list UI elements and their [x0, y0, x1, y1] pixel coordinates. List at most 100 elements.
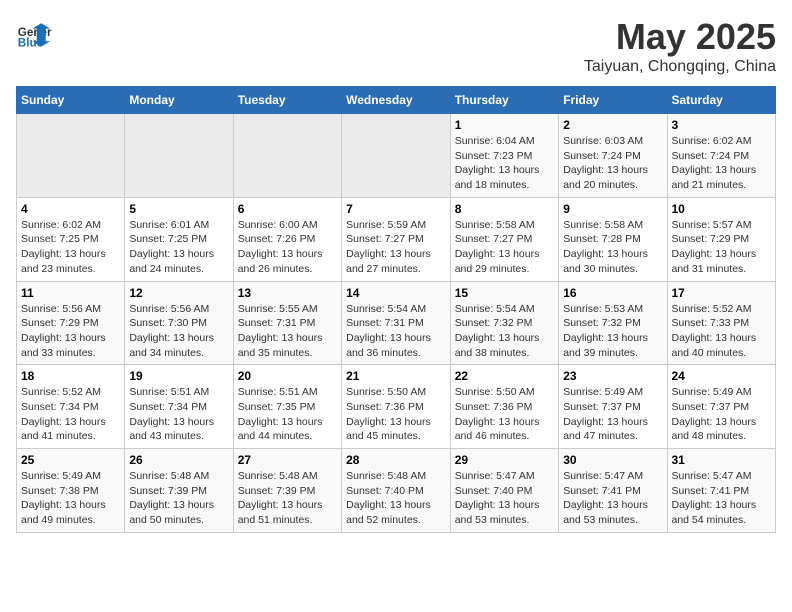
day-cell: 29Sunrise: 5:47 AMSunset: 7:40 PMDayligh…: [450, 449, 558, 533]
day-content: Sunrise: 5:55 AMSunset: 7:31 PMDaylight:…: [238, 302, 337, 361]
day-number: 7: [346, 202, 446, 216]
day-number: 1: [455, 118, 554, 132]
month-title: May 2025: [584, 16, 776, 58]
day-cell: 12 Sunrise: 5:56 AMSunset: 7:30 PMDayligh…: [125, 281, 233, 365]
day-number: 21: [346, 369, 446, 383]
day-cell: 25 Sunrise: 5:49 AMSunset: 7:38 PMDayligh…: [17, 449, 125, 533]
day-content: Sunrise: 5:49 AMSunset: 7:37 PMDaylight:…: [672, 385, 772, 444]
weekday-header-saturday: Saturday: [667, 87, 776, 114]
day-content: Sunrise: 5:49 AMSunset: 7:37 PMDaylight:…: [563, 385, 662, 444]
day-content: Sunrise: 5:52 AMSunset: 7:34 PMDaylight:…: [21, 385, 120, 444]
day-content: Sunrise: 5:57 AMSunset: 7:29 PMDaylight:…: [672, 218, 772, 277]
day-number: 20: [238, 369, 337, 383]
day-cell: 15Sunrise: 5:54 AMSunset: 7:32 PMDayligh…: [450, 281, 558, 365]
day-cell: 20 Sunrise: 5:51 AMSunset: 7:35 PMDayligh…: [233, 365, 341, 449]
day-cell: 19 Sunrise: 5:51 AMSunset: 7:34 PMDayligh…: [125, 365, 233, 449]
day-number: 30: [563, 453, 662, 467]
day-cell: [125, 114, 233, 198]
day-cell: 26Sunrise: 5:48 AMSunset: 7:39 PMDayligh…: [125, 449, 233, 533]
day-number: 17: [672, 286, 772, 300]
day-number: 2: [563, 118, 662, 132]
day-content: Sunrise: 5:56 AMSunset: 7:30 PMDaylight:…: [129, 302, 228, 361]
day-content: Sunrise: 5:49 AMSunset: 7:38 PMDaylight:…: [21, 469, 120, 528]
day-cell: 27Sunrise: 5:48 AMSunset: 7:39 PMDayligh…: [233, 449, 341, 533]
week-row-3: 11 Sunrise: 5:56 AMSunset: 7:29 PMDayligh…: [17, 281, 776, 365]
day-content: Sunrise: 5:47 AMSunset: 7:41 PMDaylight:…: [563, 469, 662, 528]
weekday-header-monday: Monday: [125, 87, 233, 114]
day-number: 5: [129, 202, 228, 216]
day-number: 13: [238, 286, 337, 300]
day-content: Sunrise: 5:54 AMSunset: 7:32 PMDaylight:…: [455, 302, 554, 361]
day-content: Sunrise: 6:04 AMSunset: 7:23 PMDaylight:…: [455, 134, 554, 193]
day-cell: 8Sunrise: 5:58 AMSunset: 7:27 PMDaylight…: [450, 197, 558, 281]
day-number: 12: [129, 286, 228, 300]
day-cell: 17Sunrise: 5:52 AMSunset: 7:33 PMDayligh…: [667, 281, 776, 365]
day-cell: 23 Sunrise: 5:49 AMSunset: 7:37 PMDayligh…: [559, 365, 667, 449]
day-number: 31: [672, 453, 772, 467]
day-cell: 22 Sunrise: 5:50 AMSunset: 7:36 PMDayligh…: [450, 365, 558, 449]
day-cell: 6Sunrise: 6:00 AMSunset: 7:26 PMDaylight…: [233, 197, 341, 281]
day-cell: 31 Sunrise: 5:47 AMSunset: 7:41 PMDayligh…: [667, 449, 776, 533]
day-number: 11: [21, 286, 120, 300]
day-content: Sunrise: 5:48 AMSunset: 7:40 PMDaylight:…: [346, 469, 446, 528]
day-cell: [342, 114, 451, 198]
day-number: 23: [563, 369, 662, 383]
day-content: Sunrise: 5:48 AMSunset: 7:39 PMDaylight:…: [238, 469, 337, 528]
day-cell: 9 Sunrise: 5:58 AMSunset: 7:28 PMDaylight…: [559, 197, 667, 281]
day-cell: 4Sunrise: 6:02 AMSunset: 7:25 PMDaylight…: [17, 197, 125, 281]
day-number: 28: [346, 453, 446, 467]
day-content: Sunrise: 5:51 AMSunset: 7:35 PMDaylight:…: [238, 385, 337, 444]
day-cell: 2Sunrise: 6:03 AMSunset: 7:24 PMDaylight…: [559, 114, 667, 198]
day-cell: 18 Sunrise: 5:52 AMSunset: 7:34 PMDayligh…: [17, 365, 125, 449]
page-header: General Blue May 2025 Taiyuan, Chongqing…: [16, 16, 776, 76]
weekday-header-thursday: Thursday: [450, 87, 558, 114]
day-content: Sunrise: 6:00 AMSunset: 7:26 PMDaylight:…: [238, 218, 337, 277]
day-number: 19: [129, 369, 228, 383]
weekday-header-wednesday: Wednesday: [342, 87, 451, 114]
day-content: Sunrise: 5:50 AMSunset: 7:36 PMDaylight:…: [455, 385, 554, 444]
weekday-header-tuesday: Tuesday: [233, 87, 341, 114]
day-cell: 11 Sunrise: 5:56 AMSunset: 7:29 PMDayligh…: [17, 281, 125, 365]
day-number: 4: [21, 202, 120, 216]
day-number: 18: [21, 369, 120, 383]
day-content: Sunrise: 6:02 AMSunset: 7:24 PMDaylight:…: [672, 134, 772, 193]
day-number: 10: [672, 202, 772, 216]
weekday-header-row: SundayMondayTuesdayWednesdayThursdayFrid…: [17, 87, 776, 114]
day-number: 24: [672, 369, 772, 383]
day-cell: 13 Sunrise: 5:55 AMSunset: 7:31 PMDayligh…: [233, 281, 341, 365]
day-number: 26: [129, 453, 228, 467]
day-number: 3: [672, 118, 772, 132]
day-number: 25: [21, 453, 120, 467]
day-content: Sunrise: 5:56 AMSunset: 7:29 PMDaylight:…: [21, 302, 120, 361]
day-cell: 24 Sunrise: 5:49 AMSunset: 7:37 PMDayligh…: [667, 365, 776, 449]
day-cell: 21 Sunrise: 5:50 AMSunset: 7:36 PMDayligh…: [342, 365, 451, 449]
day-cell: 5Sunrise: 6:01 AMSunset: 7:25 PMDaylight…: [125, 197, 233, 281]
day-number: 16: [563, 286, 662, 300]
day-content: Sunrise: 5:51 AMSunset: 7:34 PMDaylight:…: [129, 385, 228, 444]
week-row-1: 1 Sunrise: 6:04 AMSunset: 7:23 PMDaylight…: [17, 114, 776, 198]
day-cell: 14 Sunrise: 5:54 AMSunset: 7:31 PMDayligh…: [342, 281, 451, 365]
day-cell: [17, 114, 125, 198]
weekday-header-friday: Friday: [559, 87, 667, 114]
day-content: Sunrise: 5:59 AMSunset: 7:27 PMDaylight:…: [346, 218, 446, 277]
day-cell: 1 Sunrise: 6:04 AMSunset: 7:23 PMDaylight…: [450, 114, 558, 198]
day-cell: 10 Sunrise: 5:57 AMSunset: 7:29 PMDayligh…: [667, 197, 776, 281]
logo: General Blue: [16, 16, 52, 52]
day-content: Sunrise: 5:47 AMSunset: 7:40 PMDaylight:…: [455, 469, 554, 528]
title-block: May 2025 Taiyuan, Chongqing, China: [584, 16, 776, 76]
day-number: 22: [455, 369, 554, 383]
week-row-5: 25 Sunrise: 5:49 AMSunset: 7:38 PMDayligh…: [17, 449, 776, 533]
day-content: Sunrise: 5:58 AMSunset: 7:28 PMDaylight:…: [563, 218, 662, 277]
day-number: 14: [346, 286, 446, 300]
day-content: Sunrise: 5:50 AMSunset: 7:36 PMDaylight:…: [346, 385, 446, 444]
weekday-header-sunday: Sunday: [17, 87, 125, 114]
day-cell: 30 Sunrise: 5:47 AMSunset: 7:41 PMDayligh…: [559, 449, 667, 533]
day-content: Sunrise: 5:47 AMSunset: 7:41 PMDaylight:…: [672, 469, 772, 528]
week-row-4: 18 Sunrise: 5:52 AMSunset: 7:34 PMDayligh…: [17, 365, 776, 449]
day-cell: 16 Sunrise: 5:53 AMSunset: 7:32 PMDayligh…: [559, 281, 667, 365]
day-number: 9: [563, 202, 662, 216]
day-cell: 28 Sunrise: 5:48 AMSunset: 7:40 PMDayligh…: [342, 449, 451, 533]
day-content: Sunrise: 5:53 AMSunset: 7:32 PMDaylight:…: [563, 302, 662, 361]
day-content: Sunrise: 5:54 AMSunset: 7:31 PMDaylight:…: [346, 302, 446, 361]
location-title: Taiyuan, Chongqing, China: [584, 58, 776, 76]
